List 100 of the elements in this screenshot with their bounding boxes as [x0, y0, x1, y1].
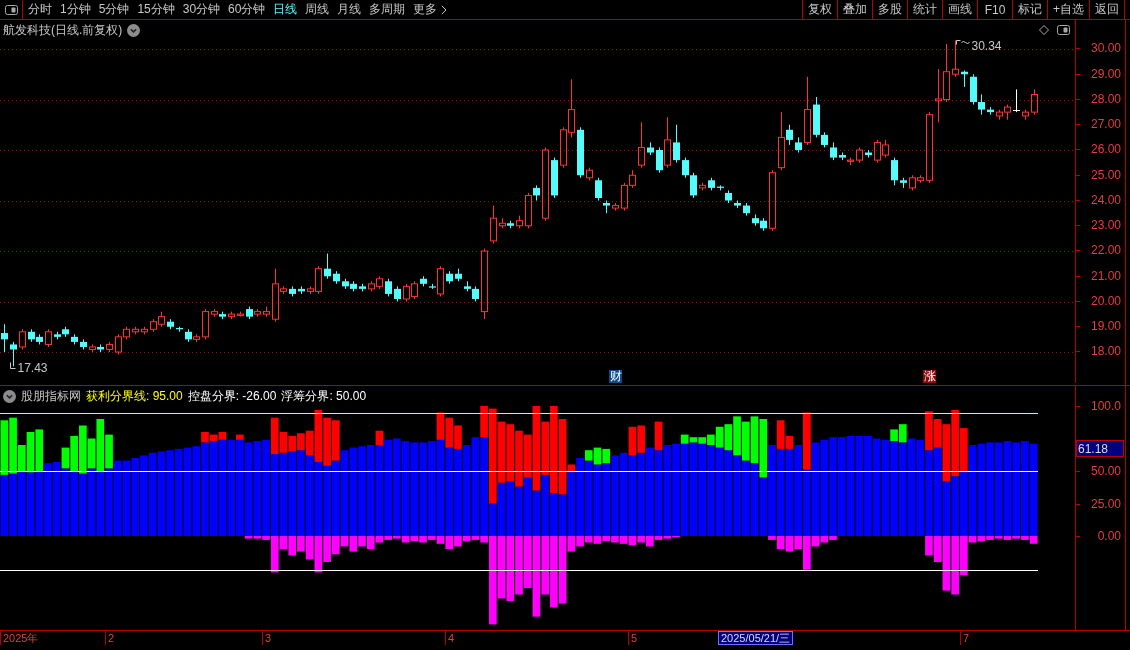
bar — [759, 419, 768, 478]
event-marker[interactable]: 涨 — [923, 370, 936, 383]
axis-label: 23.00 — [1076, 213, 1125, 239]
bar — [611, 536, 619, 543]
bar — [218, 439, 227, 536]
bar — [297, 450, 305, 536]
bar — [0, 420, 9, 475]
axis-label: 29.00 — [1076, 61, 1125, 87]
bar — [462, 536, 471, 542]
bar — [776, 448, 785, 536]
bar — [750, 463, 759, 536]
bar — [270, 454, 279, 536]
bar — [994, 536, 1003, 539]
bar — [192, 446, 201, 536]
bar — [419, 536, 427, 543]
bar — [488, 408, 497, 504]
cursor-date-label: 2025/05/21/三 — [718, 631, 794, 645]
bar — [558, 536, 567, 604]
bar — [663, 445, 672, 536]
axis-label: 25.00 — [1090, 496, 1121, 511]
bar — [227, 439, 235, 536]
bar — [236, 434, 244, 440]
bar — [131, 458, 140, 536]
bar — [550, 536, 558, 608]
bar — [105, 434, 113, 469]
bar — [1003, 441, 1012, 536]
bar — [279, 452, 288, 536]
bar — [113, 460, 122, 536]
bar — [436, 536, 445, 544]
bar — [960, 471, 968, 536]
bar — [166, 450, 174, 536]
toggle-icon[interactable] — [1057, 25, 1070, 35]
axis-label: 50.00 — [1090, 464, 1121, 478]
bar — [410, 442, 419, 536]
bar — [933, 536, 942, 562]
date-label: 4 — [445, 631, 455, 645]
axis-label: 24.00 — [1076, 187, 1125, 214]
bar — [331, 460, 340, 536]
bar — [628, 455, 637, 536]
diamond-icon[interactable] — [1039, 25, 1049, 35]
bar — [785, 448, 794, 536]
bar — [637, 425, 645, 453]
bar — [244, 442, 253, 536]
bar — [715, 447, 724, 536]
bar — [488, 503, 497, 536]
bar — [898, 424, 907, 443]
bar — [750, 416, 759, 464]
bar — [942, 481, 951, 536]
date-label: 7 — [960, 631, 970, 645]
chevron-circle-icon[interactable] — [3, 390, 16, 403]
chevron-circle-icon[interactable] — [127, 24, 141, 37]
bar — [637, 452, 645, 536]
bar — [506, 481, 515, 536]
bar — [201, 432, 209, 443]
bar — [925, 411, 933, 451]
bar — [837, 437, 846, 536]
bar — [340, 450, 349, 536]
bar — [550, 493, 558, 536]
bar — [9, 473, 17, 536]
bar — [279, 536, 288, 549]
bar — [349, 536, 358, 552]
bar — [52, 461, 61, 536]
bar — [497, 482, 506, 536]
bar — [17, 471, 26, 536]
bar — [933, 447, 942, 536]
bar — [375, 536, 384, 543]
bar — [707, 434, 715, 445]
bar — [331, 420, 340, 461]
bar — [532, 490, 541, 536]
bar — [297, 433, 305, 451]
indicator-param: 获利分界线: 95.00 — [86, 388, 183, 405]
bar — [541, 474, 550, 536]
bar — [646, 447, 654, 536]
bar — [584, 450, 593, 461]
bar — [803, 412, 811, 470]
bar — [715, 426, 724, 448]
bar — [532, 536, 541, 617]
bar — [768, 536, 776, 540]
bar — [532, 406, 541, 491]
bar — [968, 445, 977, 536]
bar — [611, 455, 619, 536]
event-marker[interactable]: 财 — [609, 370, 622, 383]
bar — [480, 536, 488, 543]
bar — [288, 451, 297, 536]
indicator-name: 股朋指标网 — [21, 388, 81, 405]
bar — [593, 447, 602, 465]
bar — [96, 471, 105, 536]
axis-label: 27.00 — [1076, 112, 1125, 138]
bar — [672, 443, 680, 536]
bar — [26, 472, 35, 536]
chevron-right-icon — [441, 4, 448, 15]
bar — [393, 536, 401, 539]
bar — [140, 455, 148, 536]
axis-label: 26.00 — [1076, 137, 1125, 163]
axis-label: 22.00 — [1076, 238, 1125, 264]
bar — [506, 424, 515, 482]
bar — [279, 432, 288, 453]
bar — [829, 536, 837, 540]
bar — [916, 439, 925, 536]
bar — [358, 536, 366, 547]
